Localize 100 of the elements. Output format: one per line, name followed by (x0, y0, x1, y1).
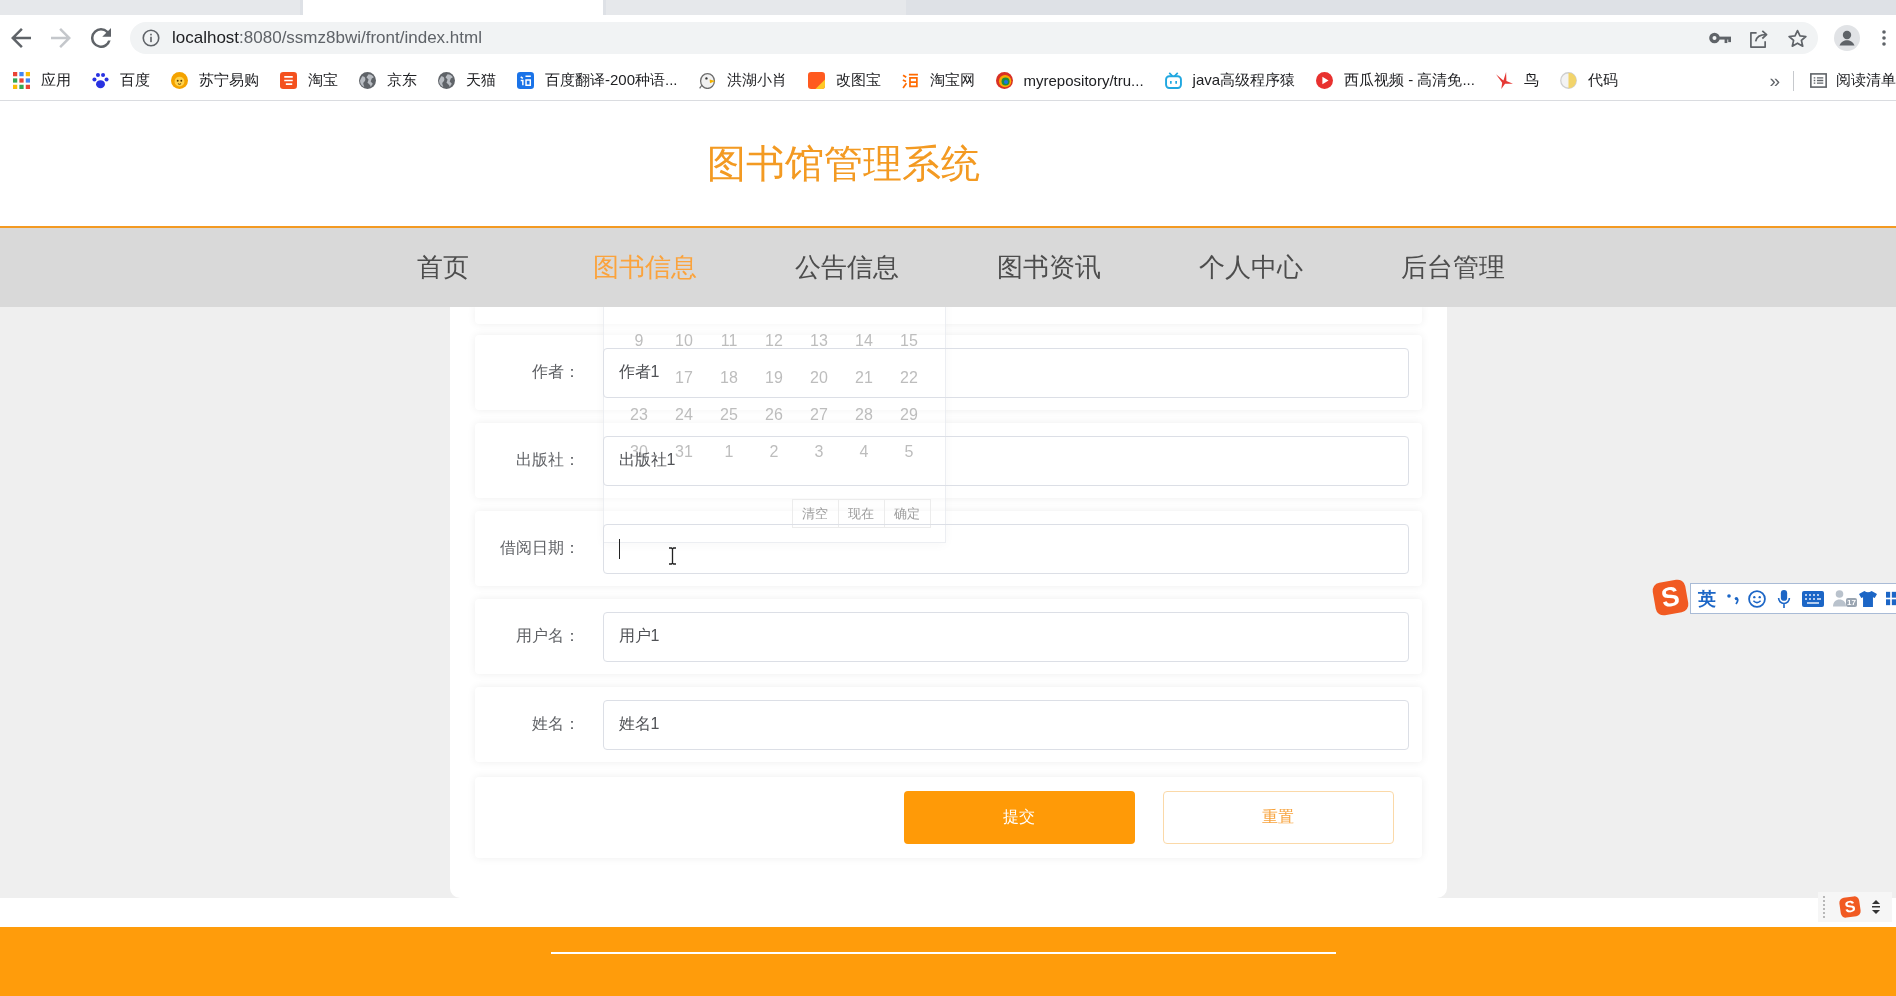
reset-button[interactable]: 重置 (1162, 791, 1394, 844)
calendar-day[interactable]: 19 (765, 369, 783, 386)
input-mode-toggle[interactable]: 英 (1698, 586, 1716, 611)
calendar-day[interactable]: 9 (634, 332, 644, 349)
menu-icon[interactable] (1882, 30, 1886, 46)
picker-button[interactable]: 现在 (837, 499, 885, 528)
bookmark-link[interactable]: 西瓜视频 - 高清免... (1307, 66, 1484, 95)
input-field[interactable]: 用户1 (602, 611, 1409, 662)
input-field[interactable] (602, 523, 1409, 574)
play-icon (1316, 72, 1334, 89)
globe-icon (438, 72, 455, 89)
calendar-day[interactable]: 14 (855, 332, 873, 349)
app-grid-icon (13, 72, 30, 89)
submit-button[interactable]: 提交 (903, 791, 1135, 844)
calendar-day[interactable]: 22 (900, 369, 918, 386)
calendar-day[interactable]: 5 (904, 443, 914, 460)
bookmark-link[interactable]: 苏宁易购 (162, 66, 268, 95)
bookmark-link[interactable]: 鸟 (1486, 66, 1548, 95)
bookmark-link[interactable]: 淘宝 (271, 66, 347, 95)
up-down-arrow-icon[interactable] (1872, 900, 1880, 914)
field-label: 作者： (530, 362, 580, 382)
nav-link[interactable]: 图书资讯 (997, 250, 1101, 285)
field-label: 用户名： (514, 626, 580, 646)
punctuation-icon[interactable] (1727, 592, 1739, 605)
tile-icon (517, 72, 534, 89)
bookmark-link[interactable]: 应用 (4, 66, 80, 95)
left-arrow-icon[interactable] (11, 28, 31, 48)
reading-list-link[interactable]: 阅读清单 (1801, 66, 1896, 95)
text-cursor-icon (618, 538, 620, 559)
nav-link[interactable]: 首页 (417, 250, 469, 285)
calendar-day[interactable]: 13 (810, 332, 828, 349)
field-label: 借阅日期： (498, 538, 580, 558)
mascot-icon (698, 72, 716, 89)
calendar-day[interactable]: 28 (855, 406, 873, 423)
smiley-icon[interactable] (1748, 589, 1766, 608)
share-icon[interactable] (1749, 28, 1768, 48)
calendar-day[interactable]: 1 (724, 443, 734, 460)
keyboard-icon[interactable] (1802, 590, 1824, 607)
calendar-day[interactable]: 4 (859, 443, 869, 460)
tv-icon (1164, 72, 1182, 89)
calendar-day[interactable]: 31 (675, 443, 693, 460)
tile-icon (280, 72, 297, 89)
calendar-day[interactable]: 20 (810, 369, 828, 386)
input-field[interactable]: 姓名1 (602, 699, 1409, 750)
calendar-day[interactable]: 12 (765, 332, 783, 349)
reload-icon[interactable] (91, 28, 111, 48)
bookmark-link[interactable]: 百度翻译-200种语... (508, 66, 687, 95)
calendar-day[interactable]: 24 (675, 406, 693, 423)
list-icon (1810, 72, 1827, 89)
calendar-day[interactable]: 23 (630, 406, 648, 423)
lion-face-icon (171, 72, 188, 89)
globe-icon (359, 72, 376, 89)
calendar-day[interactable]: 11 (720, 332, 738, 349)
calendar-day[interactable]: 17 (675, 369, 693, 386)
calendar-day[interactable]: 10 (675, 332, 693, 349)
field-label: 姓名： (530, 714, 580, 734)
grid-icon[interactable] (1886, 591, 1896, 606)
avatar-icon[interactable] (1834, 25, 1860, 51)
calendar-day[interactable]: 25 (720, 406, 738, 423)
microphone-icon[interactable] (1775, 589, 1793, 608)
bookmark-link[interactable]: 改图宝 (798, 66, 890, 95)
bookmark-link[interactable]: 淘宝网 (892, 66, 984, 95)
ime-logo[interactable]: S (1838, 895, 1862, 919)
key-icon[interactable] (1709, 32, 1731, 44)
overflow-chevron[interactable]: » (1769, 69, 1780, 92)
half-circle-icon (1559, 72, 1577, 89)
url-text: localhost:8080/ssmz8bwi/front/index.html (172, 28, 482, 48)
ring-icon (995, 72, 1013, 89)
calendar-day[interactable]: 26 (765, 406, 783, 423)
calendar-day[interactable]: 27 (810, 406, 828, 423)
address-bar[interactable]: localhost:8080/ssmz8bwi/front/index.html (130, 22, 1818, 54)
drag-handle-icon[interactable] (1823, 896, 1825, 918)
calendar-day[interactable]: 18 (720, 369, 738, 386)
i-beam-cursor-icon (668, 547, 677, 565)
bookmark-link[interactable]: 洪湖小肖 (689, 66, 796, 95)
calendar-day[interactable]: 3 (814, 443, 824, 460)
nav-link[interactable]: 公告信息 (795, 250, 899, 285)
nav-link[interactable]: 个人中心 (1199, 250, 1303, 285)
t-shirt-icon[interactable] (1859, 589, 1877, 608)
bookmark-link[interactable]: 百度 (83, 66, 159, 95)
calendar-day[interactable]: 29 (900, 406, 918, 423)
glyph-icon (901, 72, 919, 89)
calendar-day[interactable]: 2 (769, 443, 779, 460)
site-title: 图书馆管理系统 (707, 140, 980, 187)
info-icon[interactable] (142, 29, 160, 47)
paw-icon (92, 72, 109, 89)
calendar-day[interactable]: 15 (900, 332, 918, 349)
bookmark-link[interactable]: 京东 (350, 66, 426, 95)
bird-icon (1495, 72, 1513, 89)
star-icon[interactable] (1788, 28, 1807, 48)
picker-button[interactable]: 清空 (791, 499, 839, 528)
nav-link[interactable]: 后台管理 (1401, 250, 1505, 285)
bookmark-link[interactable]: java高级程序猿 (1155, 66, 1305, 95)
bookmark-link[interactable]: 天猫 (429, 66, 505, 95)
bookmark-link[interactable]: myrepository/tru... (986, 66, 1153, 95)
count-badge: 17 (1846, 597, 1857, 607)
picker-button[interactable]: 确定 (883, 499, 931, 528)
bookmark-link[interactable]: 代码 (1550, 66, 1627, 95)
square-icon (807, 72, 825, 89)
calendar-day[interactable]: 21 (855, 369, 873, 386)
